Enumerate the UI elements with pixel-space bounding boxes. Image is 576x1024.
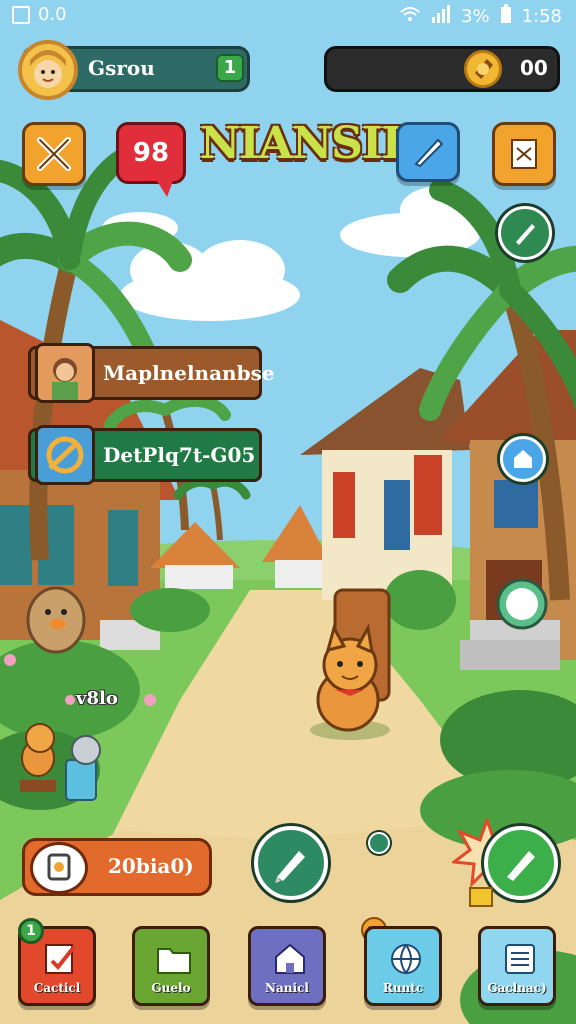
scene-label: v8lo bbox=[76, 688, 118, 709]
map-button[interactable] bbox=[22, 122, 86, 186]
battery-icon bbox=[500, 4, 512, 29]
chat-button[interactable] bbox=[396, 122, 460, 182]
crossed-swords-icon bbox=[37, 137, 71, 171]
nav-badge: 1 bbox=[18, 918, 44, 944]
face-icon bbox=[24, 46, 72, 94]
list-icon bbox=[500, 939, 540, 979]
nav-gaclnac[interactable]: Gaclnac) bbox=[478, 926, 556, 1006]
quest-banner-1-thumbnail bbox=[35, 343, 95, 403]
folder-icon bbox=[154, 939, 194, 979]
checklist-icon bbox=[40, 939, 80, 979]
house-icon bbox=[514, 450, 532, 468]
quest-banner-2-label: DetPlq7t-G05 bbox=[103, 443, 256, 467]
status-left-text: 0.0 bbox=[38, 4, 67, 25]
quest-banner-1-label: Maplnelnanbse bbox=[103, 361, 275, 385]
small-indicator-button[interactable] bbox=[368, 832, 390, 854]
nav-nanicl[interactable]: Nanicl bbox=[248, 926, 326, 1006]
game-title: NIANSIE bbox=[200, 118, 415, 169]
notification-bubble[interactable]: 98 bbox=[116, 122, 186, 197]
globe-icon bbox=[386, 939, 426, 979]
pencil-icon bbox=[507, 851, 535, 881]
timer-value: 20bia0) bbox=[108, 854, 194, 878]
quest-banner-1[interactable]: Maplnelnanbse bbox=[28, 343, 275, 403]
player-name: Gsrou bbox=[88, 56, 155, 80]
nav-nanicl-label: Nanicl bbox=[265, 981, 309, 995]
coin-icon bbox=[464, 50, 502, 88]
nav-runtc[interactable]: Runtc bbox=[364, 926, 442, 1006]
nav-guelo-label: Guelo bbox=[151, 981, 191, 995]
quest-banner-2[interactable]: DetPlq7t-G05 bbox=[28, 425, 262, 485]
player-avatar[interactable] bbox=[18, 40, 78, 100]
status-bar: 0.0 3% 1:58 bbox=[0, 0, 576, 32]
gift-icon bbox=[466, 880, 496, 910]
quest-banner-2-thumbnail bbox=[35, 425, 95, 485]
clock: 1:58 bbox=[521, 6, 562, 27]
home-round-button[interactable] bbox=[500, 436, 546, 482]
pencil-icon bbox=[275, 851, 305, 883]
nav-runtc-label: Runtc bbox=[382, 981, 424, 995]
player-level-badge: 1 bbox=[216, 54, 244, 82]
nav-gaclnac-label: Gaclnac) bbox=[487, 981, 547, 995]
compass-icon bbox=[38, 428, 92, 482]
timer-icon bbox=[30, 842, 88, 894]
wifi-icon bbox=[399, 5, 421, 28]
edit-round-button[interactable] bbox=[498, 206, 552, 260]
notification-icon bbox=[12, 5, 30, 24]
nav-guelo[interactable]: Guelo bbox=[132, 926, 210, 1006]
signal-icon bbox=[431, 5, 451, 28]
pencil-icon bbox=[516, 224, 535, 245]
nav-cacticl-label: Cacticl bbox=[33, 981, 81, 995]
settings-button[interactable] bbox=[492, 122, 556, 186]
quill-icon bbox=[414, 138, 444, 168]
battery-percent: 3% bbox=[461, 6, 490, 27]
house-icon bbox=[270, 939, 310, 979]
document-icon bbox=[511, 139, 537, 169]
write-action-button[interactable] bbox=[254, 826, 328, 900]
currency-value: 00 bbox=[520, 56, 548, 80]
character-portrait-icon bbox=[38, 346, 92, 400]
